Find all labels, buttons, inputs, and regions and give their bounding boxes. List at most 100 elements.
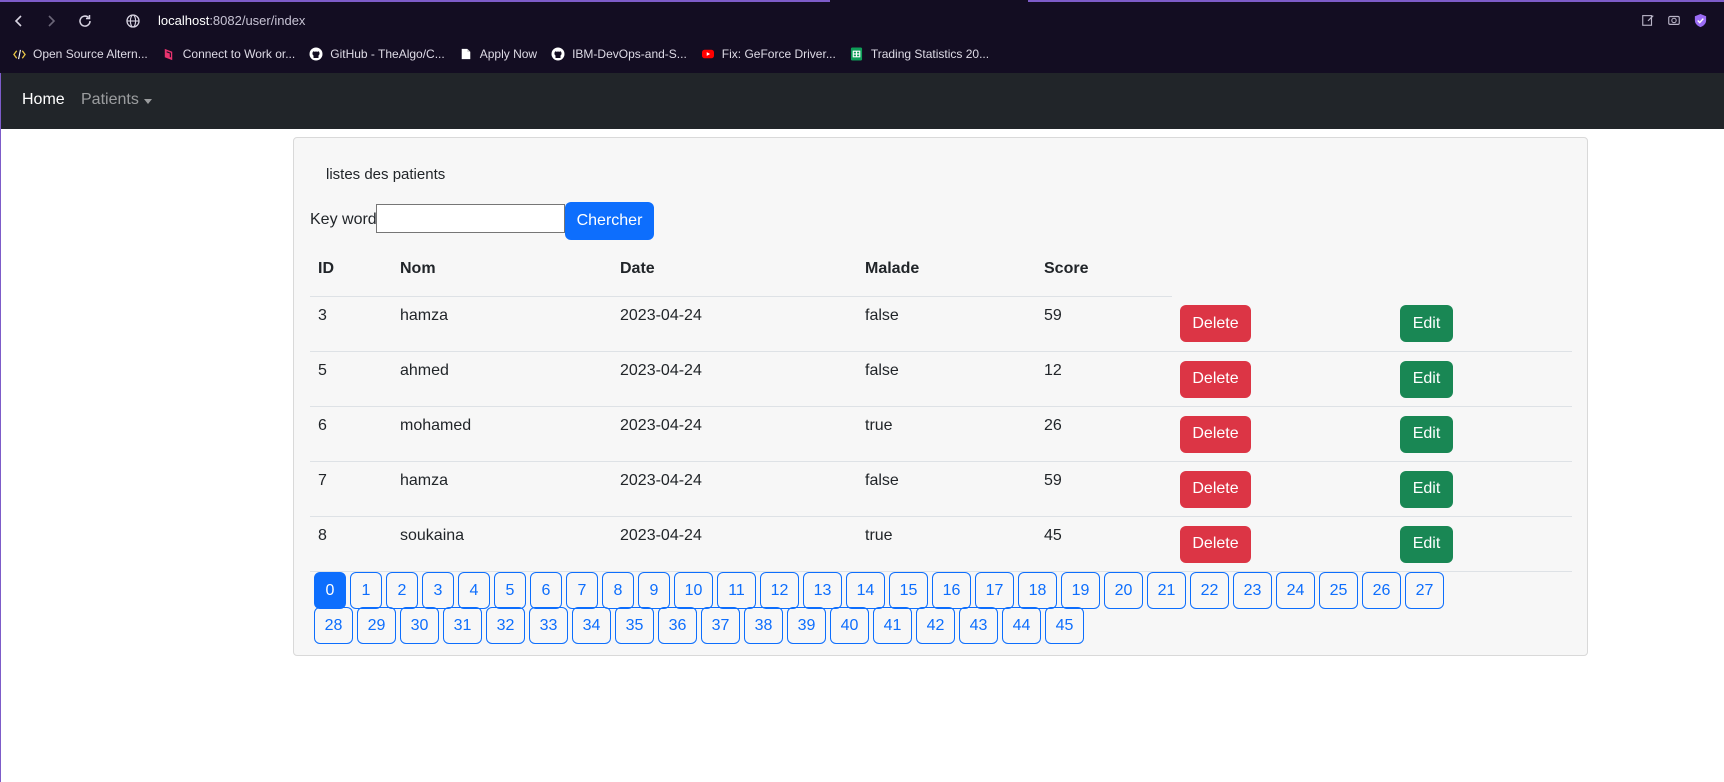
page-button[interactable]: 32 [486,607,525,644]
edit-button[interactable]: Edit [1400,470,1453,508]
camera-icon[interactable] [1666,12,1682,28]
delete-button[interactable]: Delete [1180,525,1251,563]
page-button[interactable]: 6 [530,572,562,609]
page-button[interactable]: 3 [422,572,454,609]
header-blank [1392,242,1572,297]
page-button[interactable]: 30 [400,607,439,644]
page-button[interactable]: 23 [1233,572,1272,609]
bookmark-item[interactable]: Open Source Altern... [12,42,148,66]
page-button[interactable]: 19 [1061,572,1100,609]
page-button[interactable]: 16 [932,572,971,609]
page-button[interactable]: 9 [638,572,670,609]
page-button[interactable]: 21 [1147,572,1186,609]
page-button[interactable]: 29 [357,607,396,644]
page-button[interactable]: 10 [674,572,713,609]
window-border [0,129,1,782]
page-button[interactable]: 13 [803,572,842,609]
page-button[interactable]: 11 [717,572,756,609]
nav-patients-dropdown[interactable]: Patients [81,91,152,109]
back-button[interactable] [8,10,30,32]
site-info-button[interactable] [122,10,144,32]
page-button[interactable]: 45 [1045,607,1084,644]
page-button[interactable]: 12 [760,572,799,609]
page-button[interactable]: 2 [386,572,418,609]
page-button[interactable]: 40 [830,607,869,644]
page-button[interactable]: 35 [615,607,654,644]
bookmark-label: Trading Statistics 20... [870,47,990,61]
page-button[interactable]: 37 [701,607,740,644]
delete-button[interactable]: Delete [1180,305,1251,343]
page-button[interactable]: 22 [1190,572,1229,609]
page-button[interactable]: 41 [873,607,912,644]
cell-delete: Delete [1172,351,1392,407]
cell-delete: Delete [1172,296,1392,352]
edit-button[interactable]: Edit [1400,415,1453,453]
bookmark-item[interactable]: Apply Now [459,42,537,66]
page-button[interactable]: 34 [572,607,611,644]
address-bar[interactable]: localhost:8082/user/index [158,13,305,28]
page-button[interactable]: 8 [602,572,634,609]
page-button[interactable]: 7 [566,572,598,609]
page-button[interactable]: 24 [1276,572,1315,609]
edit-button[interactable]: Edit [1400,305,1453,343]
bookmark-label: GitHub - TheAlgo/C... [330,47,445,61]
reload-button[interactable] [74,10,96,32]
bookmark-item[interactable]: IBM-DevOps-and-S... [551,42,687,66]
nav-home-link[interactable]: Home [22,91,65,109]
page-button[interactable]: 20 [1104,572,1143,609]
keyword-input[interactable] [376,204,565,233]
address-row: localhost:8082/user/index [0,8,1724,36]
sheets-icon [850,47,864,61]
cell-edit: Edit [1392,351,1572,407]
tab-indicator [0,0,830,2]
nav-patients-label: Patients [81,91,139,108]
edit-button[interactable]: Edit [1400,525,1453,563]
forward-button[interactable] [40,10,62,32]
page-button[interactable]: 36 [658,607,697,644]
page-button[interactable]: 31 [443,607,482,644]
header-malade: Malade [857,242,1036,297]
page-button[interactable]: 18 [1018,572,1057,609]
cell-nom: hamza [392,461,612,517]
header-score: Score [1036,242,1172,297]
page-button[interactable]: 25 [1319,572,1358,609]
page-button[interactable]: 39 [787,607,826,644]
cell-edit: Edit [1392,406,1572,462]
patients-table: ID Nom Date Malade Score 3 hamza 2023-04-2… [310,242,1572,572]
shield-check-icon[interactable] [1692,12,1708,28]
page-button[interactable]: 27 [1405,572,1444,609]
delete-button[interactable]: Delete [1180,470,1251,508]
edit-button[interactable]: Edit [1400,360,1453,398]
search-button[interactable]: Chercher [565,202,654,240]
bookmark-item[interactable]: GitHub - TheAlgo/C... [309,42,445,66]
bookmark-item[interactable]: Trading Statistics 20... [850,42,989,66]
cell-edit: Edit [1392,296,1572,352]
table-row: 7 hamza 2023-04-24 false 59 Delete Edit [310,461,1572,517]
delete-button[interactable]: Delete [1180,360,1251,398]
page-button[interactable]: 0 [314,572,346,609]
table-row: 3 hamza 2023-04-24 false 59 Delete Edit [310,296,1572,352]
page-button[interactable]: 33 [529,607,568,644]
page-button[interactable]: 43 [959,607,998,644]
header-blank [1172,242,1392,297]
bookmark-item[interactable]: Connect to Work or... [162,42,296,66]
page-button[interactable]: 5 [494,572,526,609]
page-button[interactable]: 42 [916,607,955,644]
bookmark-item[interactable]: Fix: GeForce Driver... [701,42,836,66]
page-button[interactable]: 38 [744,607,783,644]
table-header-row: ID Nom Date Malade Score [310,242,1572,297]
page-button[interactable]: 4 [458,572,490,609]
page-button[interactable]: 26 [1362,572,1401,609]
page-button[interactable]: 28 [314,607,353,644]
page-button[interactable]: 17 [975,572,1014,609]
bookmark-label: Connect to Work or... [182,47,296,61]
page-button[interactable]: 1 [350,572,382,609]
delete-button[interactable]: Delete [1180,415,1251,453]
page-button[interactable]: 15 [889,572,928,609]
app-navbar: Home Patients [0,73,1724,129]
edit-page-icon[interactable] [1640,12,1656,28]
page-button[interactable]: 44 [1002,607,1041,644]
cell-id: 6 [310,406,392,462]
bookmark-label: Apply Now [479,47,538,61]
page-button[interactable]: 14 [846,572,885,609]
